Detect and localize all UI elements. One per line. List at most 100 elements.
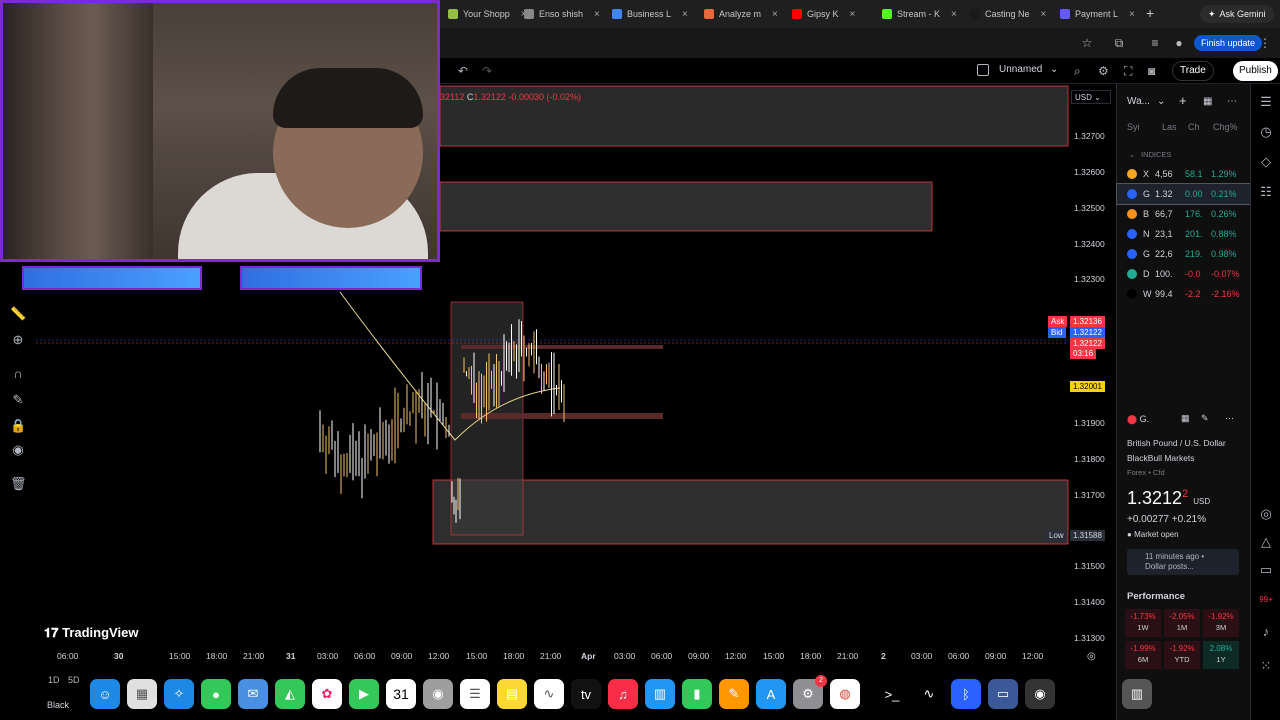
tab-close-icon[interactable]: × xyxy=(682,9,688,20)
performance-cell[interactable]: -1.73% 1W xyxy=(1125,609,1161,637)
more-icon[interactable]: ⋯ xyxy=(1227,96,1237,107)
pencil-lock-icon[interactable]: ✎ xyxy=(10,392,26,408)
browser-tab[interactable]: Business L × xyxy=(612,4,688,24)
obs-icon[interactable]: ◉ xyxy=(1025,679,1055,709)
bluetooth-icon[interactable]: ᛒ xyxy=(951,679,981,709)
freeform-icon[interactable]: ∿ xyxy=(534,679,564,709)
reminders-icon[interactable]: ☰ xyxy=(460,679,490,709)
search-icon[interactable]: ⌕ xyxy=(1074,64,1081,79)
watchlist-row[interactable]: X 4,56 58.1 1.29% xyxy=(1117,164,1251,184)
performance-cell[interactable]: -1.99% 6M xyxy=(1125,641,1161,669)
launchpad-icon[interactable]: ▦ xyxy=(127,679,157,709)
stocks-icon[interactable]: ∿ xyxy=(914,679,944,709)
fullscreen-icon[interactable]: ⛶ xyxy=(1124,64,1132,79)
facetime-icon[interactable]: ▶ xyxy=(349,679,379,709)
safari-icon[interactable]: ✧ xyxy=(164,679,194,709)
ruler-icon[interactable]: 📏 xyxy=(10,306,26,322)
browser-tab[interactable]: Gipsy K × xyxy=(792,4,855,24)
col-symbol[interactable]: Syi xyxy=(1127,122,1140,132)
col-change[interactable]: Ch xyxy=(1188,122,1200,132)
undo-icon[interactable]: ↶ xyxy=(458,64,468,78)
goto-date-icon[interactable]: ◎ xyxy=(1087,651,1096,662)
watchlist-row[interactable]: G 1.32 0.00 0.21% xyxy=(1116,183,1252,205)
trash-bin-icon[interactable]: ▥ xyxy=(1122,679,1152,709)
grid-apps-icon[interactable]: ⁙ xyxy=(1258,658,1274,674)
camera-icon[interactable]: ◙ xyxy=(1148,64,1155,78)
news-card[interactable]: 11 minutes ago • Dollar posts... xyxy=(1127,549,1239,575)
tab-close-icon[interactable]: × xyxy=(951,9,957,20)
profile-icon[interactable]: ● xyxy=(1172,36,1186,50)
browser-tab[interactable]: Your Shopp× xyxy=(448,4,527,24)
tab-close-icon[interactable]: × xyxy=(1041,9,1047,20)
edit-icon[interactable]: ✎ xyxy=(1201,413,1209,424)
lock-icon[interactable]: 🔒 xyxy=(10,418,26,434)
terminal-icon[interactable]: >_ xyxy=(877,679,907,709)
chrome-icon[interactable]: ◍ xyxy=(830,679,860,709)
details-symbol[interactable]: G. xyxy=(1140,414,1150,424)
section-indices[interactable]: INDICES xyxy=(1141,150,1171,159)
mail-icon[interactable]: ✉ xyxy=(238,679,268,709)
menu-list-icon[interactable]: ≡ xyxy=(1148,36,1162,50)
new-tab-button[interactable]: + xyxy=(1146,5,1154,21)
range-1d[interactable]: 1D xyxy=(48,675,60,685)
trade-button[interactable]: Trade xyxy=(1172,61,1214,81)
calendar-icon[interactable]: ▭ xyxy=(1258,562,1274,578)
ask-gemini-button[interactable]: ✦ Ask Gemini xyxy=(1200,5,1274,23)
watchlist-title[interactable]: Wa... xyxy=(1127,96,1150,107)
system-settings-icon[interactable]: ⚙ 2 xyxy=(793,675,827,709)
maps-icon[interactable]: ◭ xyxy=(275,679,305,709)
chevron-down-icon[interactable]: ⌄ xyxy=(1050,64,1058,75)
layout-checkbox[interactable] xyxy=(977,64,989,76)
settings-icon[interactable]: ⚙ xyxy=(1098,64,1109,78)
finder-window-icon[interactable]: ▭ xyxy=(988,679,1018,709)
tab-close-icon[interactable]: × xyxy=(850,9,856,20)
contacts-icon[interactable]: ◉ xyxy=(423,679,453,709)
col-last[interactable]: Las xyxy=(1162,122,1177,132)
finder-icon[interactable]: ☺ xyxy=(90,679,120,709)
eye-icon[interactable]: ◉ xyxy=(10,442,26,458)
photos-icon[interactable]: ✿ xyxy=(312,679,342,709)
bookmark-star-icon[interactable]: ☆ xyxy=(1080,36,1094,50)
magnet-icon[interactable]: ∩ xyxy=(10,366,26,382)
target-icon[interactable]: ◎ xyxy=(1258,506,1274,522)
redo-icon[interactable]: ↷ xyxy=(482,64,492,78)
pencil-tool-icon[interactable]: △ xyxy=(1258,534,1274,550)
notifications-badge[interactable]: 99+ xyxy=(1258,592,1274,608)
keynote-icon[interactable]: ▥ xyxy=(645,679,675,709)
watchlist-row[interactable]: D 100. -0.0 -0.07% xyxy=(1117,264,1251,284)
chevron-down-icon[interactable]: ⌄ xyxy=(1157,96,1165,107)
app-store-icon[interactable]: A xyxy=(756,679,786,709)
pages-icon[interactable]: ✎ xyxy=(719,679,749,709)
zoom-in-icon[interactable]: ⊕ xyxy=(10,332,26,348)
browser-tab[interactable]: Payment L × xyxy=(1060,4,1135,24)
browser-tab[interactable]: Enso shish × xyxy=(524,4,600,24)
chat-icon[interactable]: ☷ xyxy=(1258,184,1274,200)
screenshot-icon[interactable]: ⧉ xyxy=(1112,36,1126,50)
calendar-app-icon[interactable]: 31 xyxy=(386,679,416,709)
trash-icon[interactable]: 🗑 xyxy=(10,476,27,492)
performance-cell[interactable]: -2.05% 1M xyxy=(1164,609,1200,637)
tab-close-icon[interactable]: × xyxy=(772,9,778,20)
notes-icon[interactable]: ▤ xyxy=(497,679,527,709)
browser-tab[interactable]: Casting Ne × xyxy=(970,4,1046,24)
grid-icon[interactable]: ▦ xyxy=(1181,413,1190,424)
layers-icon[interactable]: ◇ xyxy=(1258,154,1274,170)
watchlist-row[interactable]: G 22,6 219. 0.98% xyxy=(1117,244,1251,264)
apple-tv-icon[interactable]: tv xyxy=(571,679,601,709)
performance-cell[interactable]: -1.92% 3M xyxy=(1203,609,1239,637)
numbers-icon[interactable]: ▮ xyxy=(682,679,712,709)
alerts-clock-icon[interactable]: ◷ xyxy=(1258,124,1274,140)
watchlist-row[interactable]: B 66,7 176. 0.26% xyxy=(1117,204,1251,224)
publish-button[interactable]: Publish xyxy=(1233,61,1278,81)
currency-selector[interactable]: USD ⌄ xyxy=(1071,90,1111,104)
tab-close-icon[interactable]: × xyxy=(594,9,600,20)
browser-tab[interactable]: Stream - K × xyxy=(882,4,957,24)
browser-tab[interactable]: Analyze m × xyxy=(704,4,778,24)
watchlist-row[interactable]: N 23,1 201. 0.88% xyxy=(1117,224,1251,244)
watchlist-row[interactable]: W 99.4 -2.2 -2.16% xyxy=(1117,284,1251,304)
bell-icon[interactable]: ♪ xyxy=(1258,624,1274,640)
layout-name[interactable]: Unnamed xyxy=(999,64,1042,75)
more-icon[interactable]: ⋯ xyxy=(1225,413,1234,424)
col-change-pct[interactable]: Chg% xyxy=(1213,122,1238,132)
performance-cell[interactable]: -1.92% YTD xyxy=(1164,641,1200,669)
